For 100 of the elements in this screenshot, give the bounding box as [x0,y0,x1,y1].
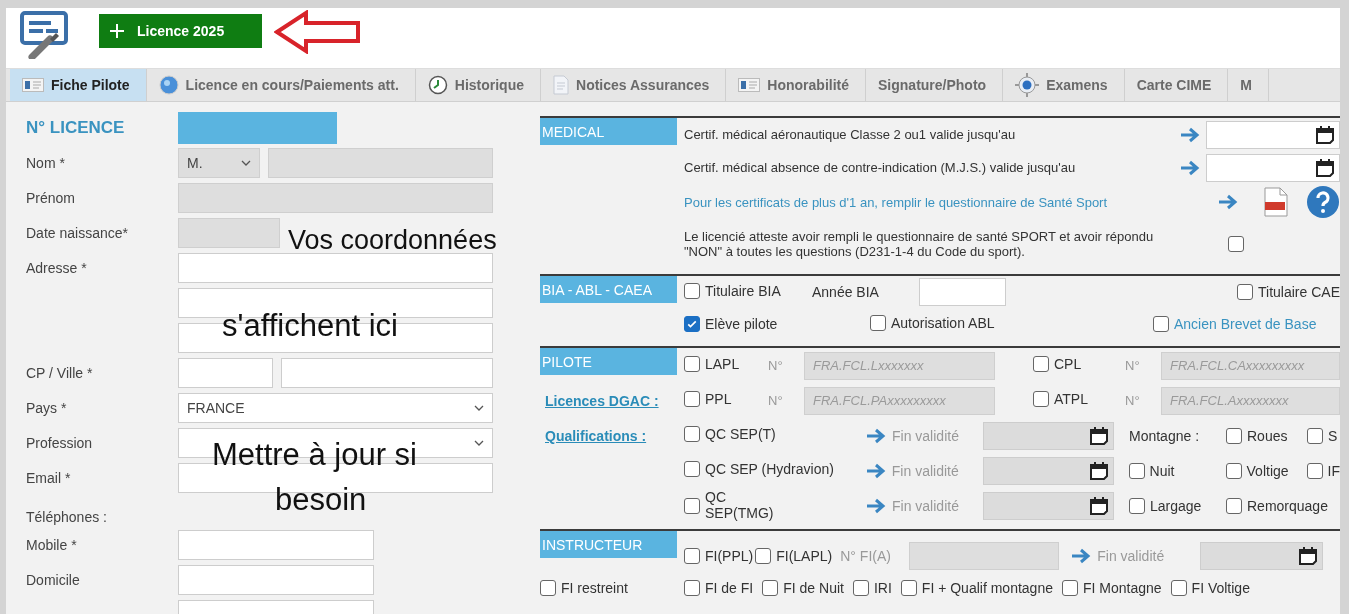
checkbox[interactable] [684,461,700,477]
phone-field[interactable] [178,564,374,595]
phone-field[interactable] [178,529,374,560]
input-field[interactable] [178,182,493,213]
link[interactable]: Qualifications : [540,427,647,444]
checkbox[interactable] [1129,497,1145,514]
checkbox[interactable] [1225,462,1242,479]
pdf-icon[interactable] [1264,187,1288,217]
checkbox[interactable] [900,579,917,596]
globe-icon [158,75,179,95]
link[interactable]: Pour les certificats de plus d'1 an, remplir le questionnaire de Santé Sport [684,194,1214,210]
checkbox-label: Nuit [1149,462,1175,479]
name-field[interactable] [268,147,493,178]
checkbox[interactable] [684,391,700,407]
arrow-icon [865,462,886,479]
field-label: N° [768,358,784,373]
date-field[interactable] [983,421,1114,450]
checkbox-label: PPL [705,391,732,407]
checkbox-label: FI de FI [705,579,754,596]
date-field[interactable] [1206,153,1340,182]
checkbox[interactable] [1033,356,1049,372]
link[interactable]: Licences DGAC : [540,392,659,409]
instructor-number-field[interactable] [909,542,1060,570]
tab[interactable]: Signature/Photo [866,69,1004,101]
arrow-icon [1180,126,1200,143]
date-field[interactable] [982,456,1114,485]
tab[interactable]: Licence en cours/Paiements att. [146,69,416,101]
arrow-icon [274,10,362,54]
tab[interactable]: Examens [1003,69,1125,101]
checkbox[interactable] [1307,427,1323,444]
tab[interactable]: M [1228,69,1269,101]
licence-number-field[interactable] [178,112,337,144]
help-icon[interactable] [1306,185,1340,219]
checkbox[interactable] [1128,462,1145,479]
field-label: Année BIA [812,284,880,300]
section-header: INSTRUCTEUR [540,531,677,558]
checkbox[interactable] [684,315,700,332]
checkbox[interactable] [684,426,700,442]
statement-text: Certif. médical absence de contre-indication (M.J.S.) valide jusqu'au [684,160,1077,175]
field-label: N° LICENCE [26,118,126,138]
date-field[interactable] [178,217,280,248]
postcode-field[interactable] [178,357,273,388]
year-field[interactable] [919,278,1006,306]
checkbox-label: FI Montagne [1082,579,1162,596]
checkbox[interactable] [684,497,700,514]
date-field[interactable] [983,491,1114,520]
checkbox[interactable] [762,579,779,596]
tab[interactable]: Carte CIME [1124,69,1229,101]
checkbox-label: CPL [1054,356,1082,372]
checkbox[interactable] [684,356,700,372]
tab[interactable]: Fiche Pilote [10,69,147,101]
date-field[interactable] [1200,542,1324,570]
checkbox[interactable] [1153,316,1169,332]
checkbox-label: S [1328,427,1338,444]
title-dropdown[interactable]: M. [178,147,260,178]
checkbox[interactable] [852,579,869,596]
id-card-icon [738,78,761,92]
checkbox[interactable] [1226,427,1242,444]
checkbox[interactable] [870,314,886,331]
checkbox-label: QC SEP(T) [705,426,776,442]
checkbox[interactable] [1033,391,1049,407]
checkbox[interactable] [1228,236,1244,252]
checkbox[interactable] [684,548,700,564]
checkbox[interactable] [1306,462,1323,479]
field-label: Domicile [26,571,81,588]
calendar-icon [1298,546,1319,566]
checkbox[interactable] [1061,579,1078,596]
calendar-icon [1089,495,1109,516]
field-label: Fin validité [1097,548,1166,564]
checkbox[interactable] [540,579,556,596]
checkbox-label: LAPL [705,356,740,372]
new-licence-button[interactable]: Licence 2025 [99,14,262,48]
dropdown[interactable]: FRANCE [178,392,493,423]
id-card-icon [22,78,44,92]
tab[interactable]: Historique [415,69,541,101]
checkbox-label: IF [1327,462,1340,479]
checkbox-label: Elève pilote [705,315,778,332]
checkbox[interactable] [684,579,700,596]
section-header: BIA - ABL - CAEA [540,276,677,303]
checkbox-label: Ancien Brevet de Base [1174,316,1317,332]
statement-text: Le licencié atteste avoir rempli le questionnaire de santé SPORT et avoir répondu "NON" à toutes les questions (D231-1-4 du Code du sport). [684,229,1155,259]
checkbox-label: Titulaire CAE [1258,284,1340,300]
checkbox[interactable] [755,548,772,564]
annotation-text: besoin [275,483,367,518]
input-field[interactable] [178,252,493,283]
checkbox[interactable] [1170,579,1187,596]
field-label: Nom * [26,154,66,171]
calendar-icon [1088,460,1109,481]
date-field[interactable] [1206,120,1340,149]
checkbox-label: QC SEP (Hydravion) [705,461,834,477]
field-label: N° [1125,393,1141,408]
city-field[interactable] [281,357,493,388]
annotation-text: s'affichent ici [222,309,398,344]
tab[interactable]: Notices Assurances [541,69,727,101]
field-label: Profession [26,434,94,451]
checkbox[interactable] [684,282,700,299]
tab[interactable]: Honorabilité [726,69,866,101]
field-label: Fin validité [892,497,960,514]
checkbox[interactable] [1237,284,1254,300]
checkbox[interactable] [1226,497,1242,514]
